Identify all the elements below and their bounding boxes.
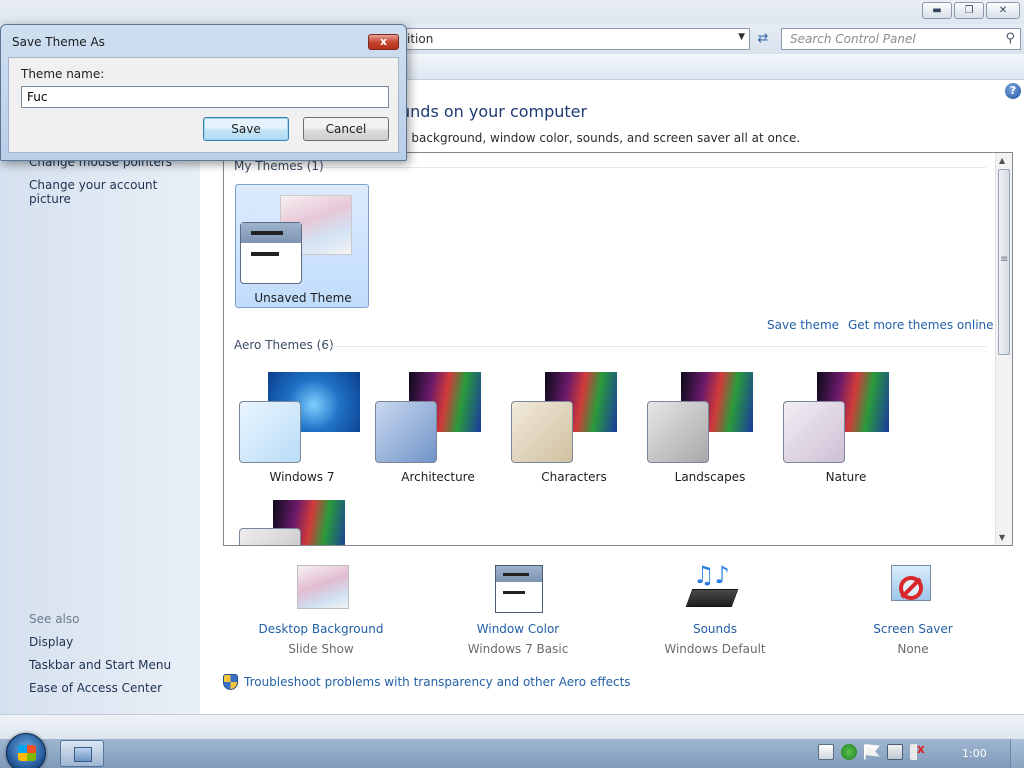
theme-characters[interactable]: Characters — [507, 365, 641, 489]
desktop-background-value: Slide Show — [288, 642, 354, 656]
see-also-taskbar[interactable]: Taskbar and Start Menu — [29, 658, 171, 672]
minimize-icon: ▬ — [932, 5, 942, 16]
close-icon: ✕ — [998, 5, 1008, 16]
save-theme-link[interactable]: Save theme — [767, 318, 839, 332]
restore-button[interactable]: ❐ — [954, 2, 984, 19]
search-placeholder: Search Control Panel — [790, 32, 916, 46]
desktop-background-setting[interactable]: Desktop Background Slide Show — [236, 563, 406, 656]
group-divider — [324, 167, 986, 168]
sounds-label: Sounds — [692, 622, 738, 636]
sounds-value: Windows Default — [664, 642, 766, 656]
unsaved-theme-swatch — [240, 222, 302, 284]
save-button[interactable]: Save — [203, 117, 289, 141]
landscapes-swatch — [647, 401, 709, 463]
dialog-close-button[interactable]: x — [368, 34, 399, 50]
troubleshoot-link[interactable]: Troubleshoot problems with transparency … — [223, 674, 631, 690]
screen-saver-icon — [885, 563, 941, 613]
theme-list-scrollbar[interactable]: ▲ ▼ — [995, 153, 1012, 545]
theme-landscapes[interactable]: Landscapes — [643, 365, 777, 489]
sidebar-link-account-picture[interactable]: Change your account picture — [29, 178, 200, 206]
search-icon[interactable]: ⚲ — [1005, 31, 1015, 46]
theme-windows-7-label: Windows 7 — [269, 470, 335, 484]
desktop-background-icon — [293, 563, 349, 613]
page-description: p background, window color, sounds, and … — [400, 131, 801, 145]
scroll-down-icon[interactable]: ▼ — [999, 533, 1005, 542]
window-color-value: Windows 7 Basic — [467, 642, 569, 656]
start-button[interactable] — [6, 733, 46, 768]
theme-architecture-label: Architecture — [401, 470, 475, 484]
theme-list[interactable]: My Themes (1) Unsaved Theme Save theme G… — [223, 152, 1013, 546]
sounds-icon: ♫♪ — [685, 563, 743, 613]
my-themes-label: My Themes (1) — [234, 159, 324, 173]
refresh-button[interactable]: ⇄ — [752, 28, 774, 50]
sidebar: Change mouse pointers Change your accoun… — [0, 80, 200, 714]
action-center-flag-icon[interactable] — [864, 744, 880, 760]
theme-nature-label: Nature — [825, 470, 867, 484]
see-also-display[interactable]: Display — [29, 635, 73, 649]
cancel-button[interactable]: Cancel — [303, 117, 389, 141]
show-desktop-button[interactable] — [1010, 739, 1024, 768]
address-text: ition — [407, 32, 434, 46]
caption-buttons: ▬ ❐ ✕ — [922, 2, 1020, 19]
document-icon[interactable] — [818, 744, 834, 760]
close-icon: x — [379, 35, 388, 48]
minimize-button[interactable]: ▬ — [922, 2, 952, 19]
window-titlebar: ▬ ❐ ✕ — [0, 0, 1024, 24]
windows-7-swatch — [239, 401, 301, 463]
help-icon: ? — [1009, 84, 1017, 97]
see-also-ease-of-access[interactable]: Ease of Access Center — [29, 681, 162, 695]
partial-theme-swatch — [239, 528, 301, 545]
dialog-title: Save Theme As — [12, 35, 105, 49]
address-bar[interactable]: ition ▼ — [400, 28, 750, 50]
status-bar — [0, 714, 1024, 738]
help-button[interactable]: ? — [1005, 83, 1021, 99]
swatch-title-line — [251, 231, 283, 235]
theme-architecture[interactable]: Architecture — [371, 365, 505, 489]
refresh-icon: ⇄ — [757, 31, 769, 46]
page-title: unds on your computer — [400, 102, 588, 121]
address-dropdown-icon[interactable]: ▼ — [738, 32, 745, 42]
scroll-up-icon[interactable]: ▲ — [999, 156, 1005, 165]
screen-saver-label: Screen Saver — [873, 622, 953, 636]
theme-unsaved[interactable]: Unsaved Theme — [235, 184, 369, 308]
save-theme-dialog: Save Theme As x Theme name: Save Cancel — [0, 24, 407, 161]
search-input[interactable]: Search Control Panel ⚲ — [781, 28, 1021, 50]
dialog-body: Theme name: Save Cancel — [8, 57, 399, 153]
swatch-text-line — [251, 252, 279, 256]
troubleshoot-label: Troubleshoot problems with transparency … — [244, 675, 631, 689]
shield-icon — [223, 674, 238, 690]
window-color-setting[interactable]: Window Color Windows 7 Basic — [433, 563, 603, 656]
taskbar: x 1:00 — [0, 733, 1024, 768]
theme-name-input[interactable] — [21, 86, 389, 108]
theme-windows-7[interactable]: Windows 7 — [235, 365, 369, 489]
theme-unsaved-label: Unsaved Theme — [254, 291, 352, 305]
see-also-heading: See also — [29, 612, 80, 626]
theme-nature[interactable]: Nature — [779, 365, 913, 489]
theme-characters-label: Characters — [541, 470, 607, 484]
network-icon[interactable] — [887, 744, 903, 760]
aero-themes-label: Aero Themes (6) — [234, 338, 334, 352]
screen-saver-setting[interactable]: Screen Saver None — [828, 563, 998, 656]
security-icon[interactable] — [841, 744, 857, 760]
theme-name-label: Theme name: — [21, 67, 105, 81]
characters-swatch — [511, 401, 573, 463]
sounds-setting[interactable]: ♫♪ Sounds Windows Default — [630, 563, 800, 656]
window-color-icon — [490, 563, 546, 613]
volume-muted-icon[interactable]: x — [910, 742, 926, 760]
restore-icon: ❐ — [964, 5, 974, 16]
screen-saver-value: None — [897, 642, 929, 656]
get-more-themes-link[interactable]: Get more themes online — [848, 318, 994, 332]
notification-area: x — [818, 742, 926, 760]
group-divider — [324, 346, 986, 347]
architecture-swatch — [375, 401, 437, 463]
taskbar-control-panel-button[interactable] — [60, 740, 104, 767]
clock[interactable]: 1:00 — [962, 747, 987, 760]
close-window-button[interactable]: ✕ — [986, 2, 1020, 19]
desktop-background-label: Desktop Background — [258, 622, 384, 636]
window-color-label: Window Color — [476, 622, 560, 636]
theme-landscapes-label: Landscapes — [674, 470, 746, 484]
theme-partial[interactable] — [235, 497, 369, 545]
nature-swatch — [783, 401, 845, 463]
scrollbar-thumb[interactable] — [998, 169, 1010, 355]
